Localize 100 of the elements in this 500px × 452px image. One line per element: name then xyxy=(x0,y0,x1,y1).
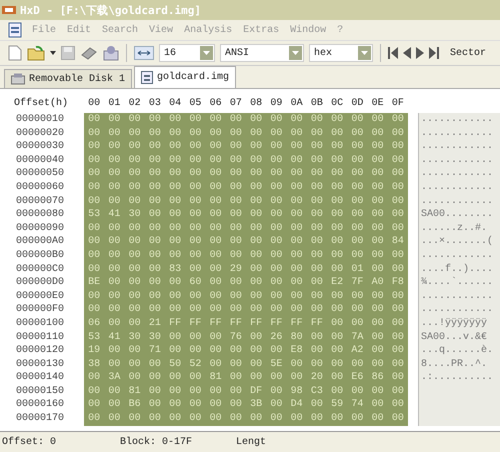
byte-cell-text: 00 xyxy=(148,167,162,181)
byte-cell-text: 00 xyxy=(228,194,243,208)
byte-cell-text: 00 xyxy=(290,235,304,249)
byte-cell-text: 00 xyxy=(269,113,284,127)
first-icon[interactable] xyxy=(388,47,398,59)
menu-item[interactable]: ? xyxy=(336,24,344,36)
byte-cell-text: 00 xyxy=(370,316,385,330)
last-icon[interactable] xyxy=(429,47,439,59)
byte-cell-text: 00 xyxy=(148,248,162,263)
byte-cell-text: 81 xyxy=(208,371,223,385)
row-offset: 00000170 xyxy=(16,412,66,426)
byte-cell-text: 00 xyxy=(228,358,243,372)
byte-cell-text: E2 xyxy=(330,276,344,290)
byte-cell-text: 00 xyxy=(310,248,324,263)
menu-item[interactable]: Search xyxy=(101,24,140,36)
byte-cell-text: 00 xyxy=(208,194,223,208)
byte-cell-text: 00 xyxy=(249,303,264,317)
text-line: ...q......è. xyxy=(421,344,494,358)
byte-cell-text: 00 xyxy=(390,290,405,304)
byte-cell-text: 00 xyxy=(107,384,122,398)
menu-item[interactable]: View xyxy=(148,24,174,36)
menu-item[interactable]: Extras xyxy=(242,24,280,36)
save-icon[interactable] xyxy=(61,46,75,60)
bytes-per-row-dropdown[interactable]: 16 xyxy=(159,44,215,62)
byte-cell-text: 00 xyxy=(290,303,304,317)
byte-cell-text: 00 xyxy=(87,290,102,304)
byte-cell-text: 00 xyxy=(350,222,364,236)
byte-cell-text: 00 xyxy=(87,371,102,385)
byte-cell-text: 00 xyxy=(330,126,344,140)
byte-cell-text: 00 xyxy=(128,371,142,385)
byte-cell-text: 00 xyxy=(128,140,142,154)
bytes-per-row-icon[interactable] xyxy=(134,46,154,60)
offset-base-dropdown[interactable]: hex xyxy=(309,44,373,62)
byte-cell-text: 00 xyxy=(249,412,264,426)
byte-cell-text: 00 xyxy=(128,154,142,168)
byte-cell-text: 00 xyxy=(107,316,122,330)
row-offset: 00000150 xyxy=(16,384,66,398)
byte-cell-text: 00 xyxy=(330,167,344,181)
byte-cell-text: 00 xyxy=(168,384,182,398)
byte-cell-text: A2 xyxy=(350,344,364,358)
caret-icon[interactable] xyxy=(50,51,56,55)
byte-cell-text: 00 xyxy=(148,384,162,398)
byte-cell-text: 00 xyxy=(228,113,243,127)
byte-cell-text: 00 xyxy=(249,248,264,263)
byte-cell-text: 00 xyxy=(148,154,162,168)
byte-cell-text: 00 xyxy=(330,180,344,195)
byte-cell-text: 00 xyxy=(269,194,284,208)
byte-cell-text: 00 xyxy=(148,140,162,154)
byte-cell-text: 00 xyxy=(188,330,202,344)
menu-item[interactable]: Analysis xyxy=(183,24,234,36)
byte-cell-text: 00 xyxy=(290,140,304,154)
status-text: Lengt xyxy=(235,436,266,448)
byte-cell-text: 00 xyxy=(188,344,202,358)
menu-item[interactable]: Edit xyxy=(66,24,92,36)
byte-cell-text: 00 xyxy=(148,412,162,426)
charset-dropdown[interactable]: ANSI xyxy=(220,44,304,62)
byte-cell-text: 00 xyxy=(107,248,122,263)
menu-item[interactable]: File xyxy=(31,24,58,36)
file-tab[interactable]: goldcard.img xyxy=(134,66,236,88)
byte-cell-text: 83 xyxy=(168,262,182,276)
text-line: 8....PR..^. xyxy=(421,358,488,372)
byte-cell-text: 00 xyxy=(390,371,405,385)
byte-cell-text: 00 xyxy=(290,290,304,304)
byte-cell-text: 00 xyxy=(128,412,142,426)
byte-cell-text: 00 xyxy=(390,316,405,330)
byte-cell-text: 00 xyxy=(269,208,284,222)
byte-cell-text: 00 xyxy=(228,398,243,412)
file-icon xyxy=(141,71,154,84)
byte-cell-text: 00 xyxy=(390,412,405,426)
file-tab[interactable]: Removable Disk 1 xyxy=(4,69,132,88)
byte-cell-text: 00 xyxy=(290,180,304,195)
byte-cell-text: 00 xyxy=(350,316,364,330)
byte-cell-text: 7F xyxy=(350,276,364,290)
byte-cell-text: 00 xyxy=(168,154,182,168)
byte-cell-text: 00 xyxy=(370,384,385,398)
byte-cell-text: 00 xyxy=(228,180,243,195)
menu-item[interactable]: Window xyxy=(289,24,328,36)
new-file-icon[interactable] xyxy=(8,45,22,61)
byte-cell-text: 00 xyxy=(148,222,162,236)
byte-cell-text: 00 xyxy=(390,384,405,398)
byte-cell-text: 00 xyxy=(188,303,202,317)
byte-cell-text: 00 xyxy=(188,235,202,249)
row-offset: 00000020 xyxy=(16,126,66,140)
byte-cell-text: 00 xyxy=(87,113,102,127)
byte-cell-text: 00 xyxy=(350,358,364,372)
next-icon[interactable] xyxy=(416,47,424,59)
byte-cell-text: 00 xyxy=(188,412,202,426)
byte-cell-text: 00 xyxy=(310,412,324,426)
column-header: 0A xyxy=(290,98,304,108)
text-line: ............ xyxy=(421,113,494,127)
byte-cell-text: 00 xyxy=(249,276,264,290)
byte-cell-text: 00 xyxy=(168,194,182,208)
open-folder-icon[interactable] xyxy=(27,46,45,60)
byte-cell-text: 00 xyxy=(249,262,264,276)
disk-icon[interactable] xyxy=(103,45,119,61)
previous-icon[interactable] xyxy=(403,47,411,59)
byte-cell-text: 00 xyxy=(370,358,385,372)
byte-cell-text: 00 xyxy=(107,344,122,358)
byte-cell-text: 00 xyxy=(228,140,243,154)
text-line: ......z..#. xyxy=(421,222,488,236)
